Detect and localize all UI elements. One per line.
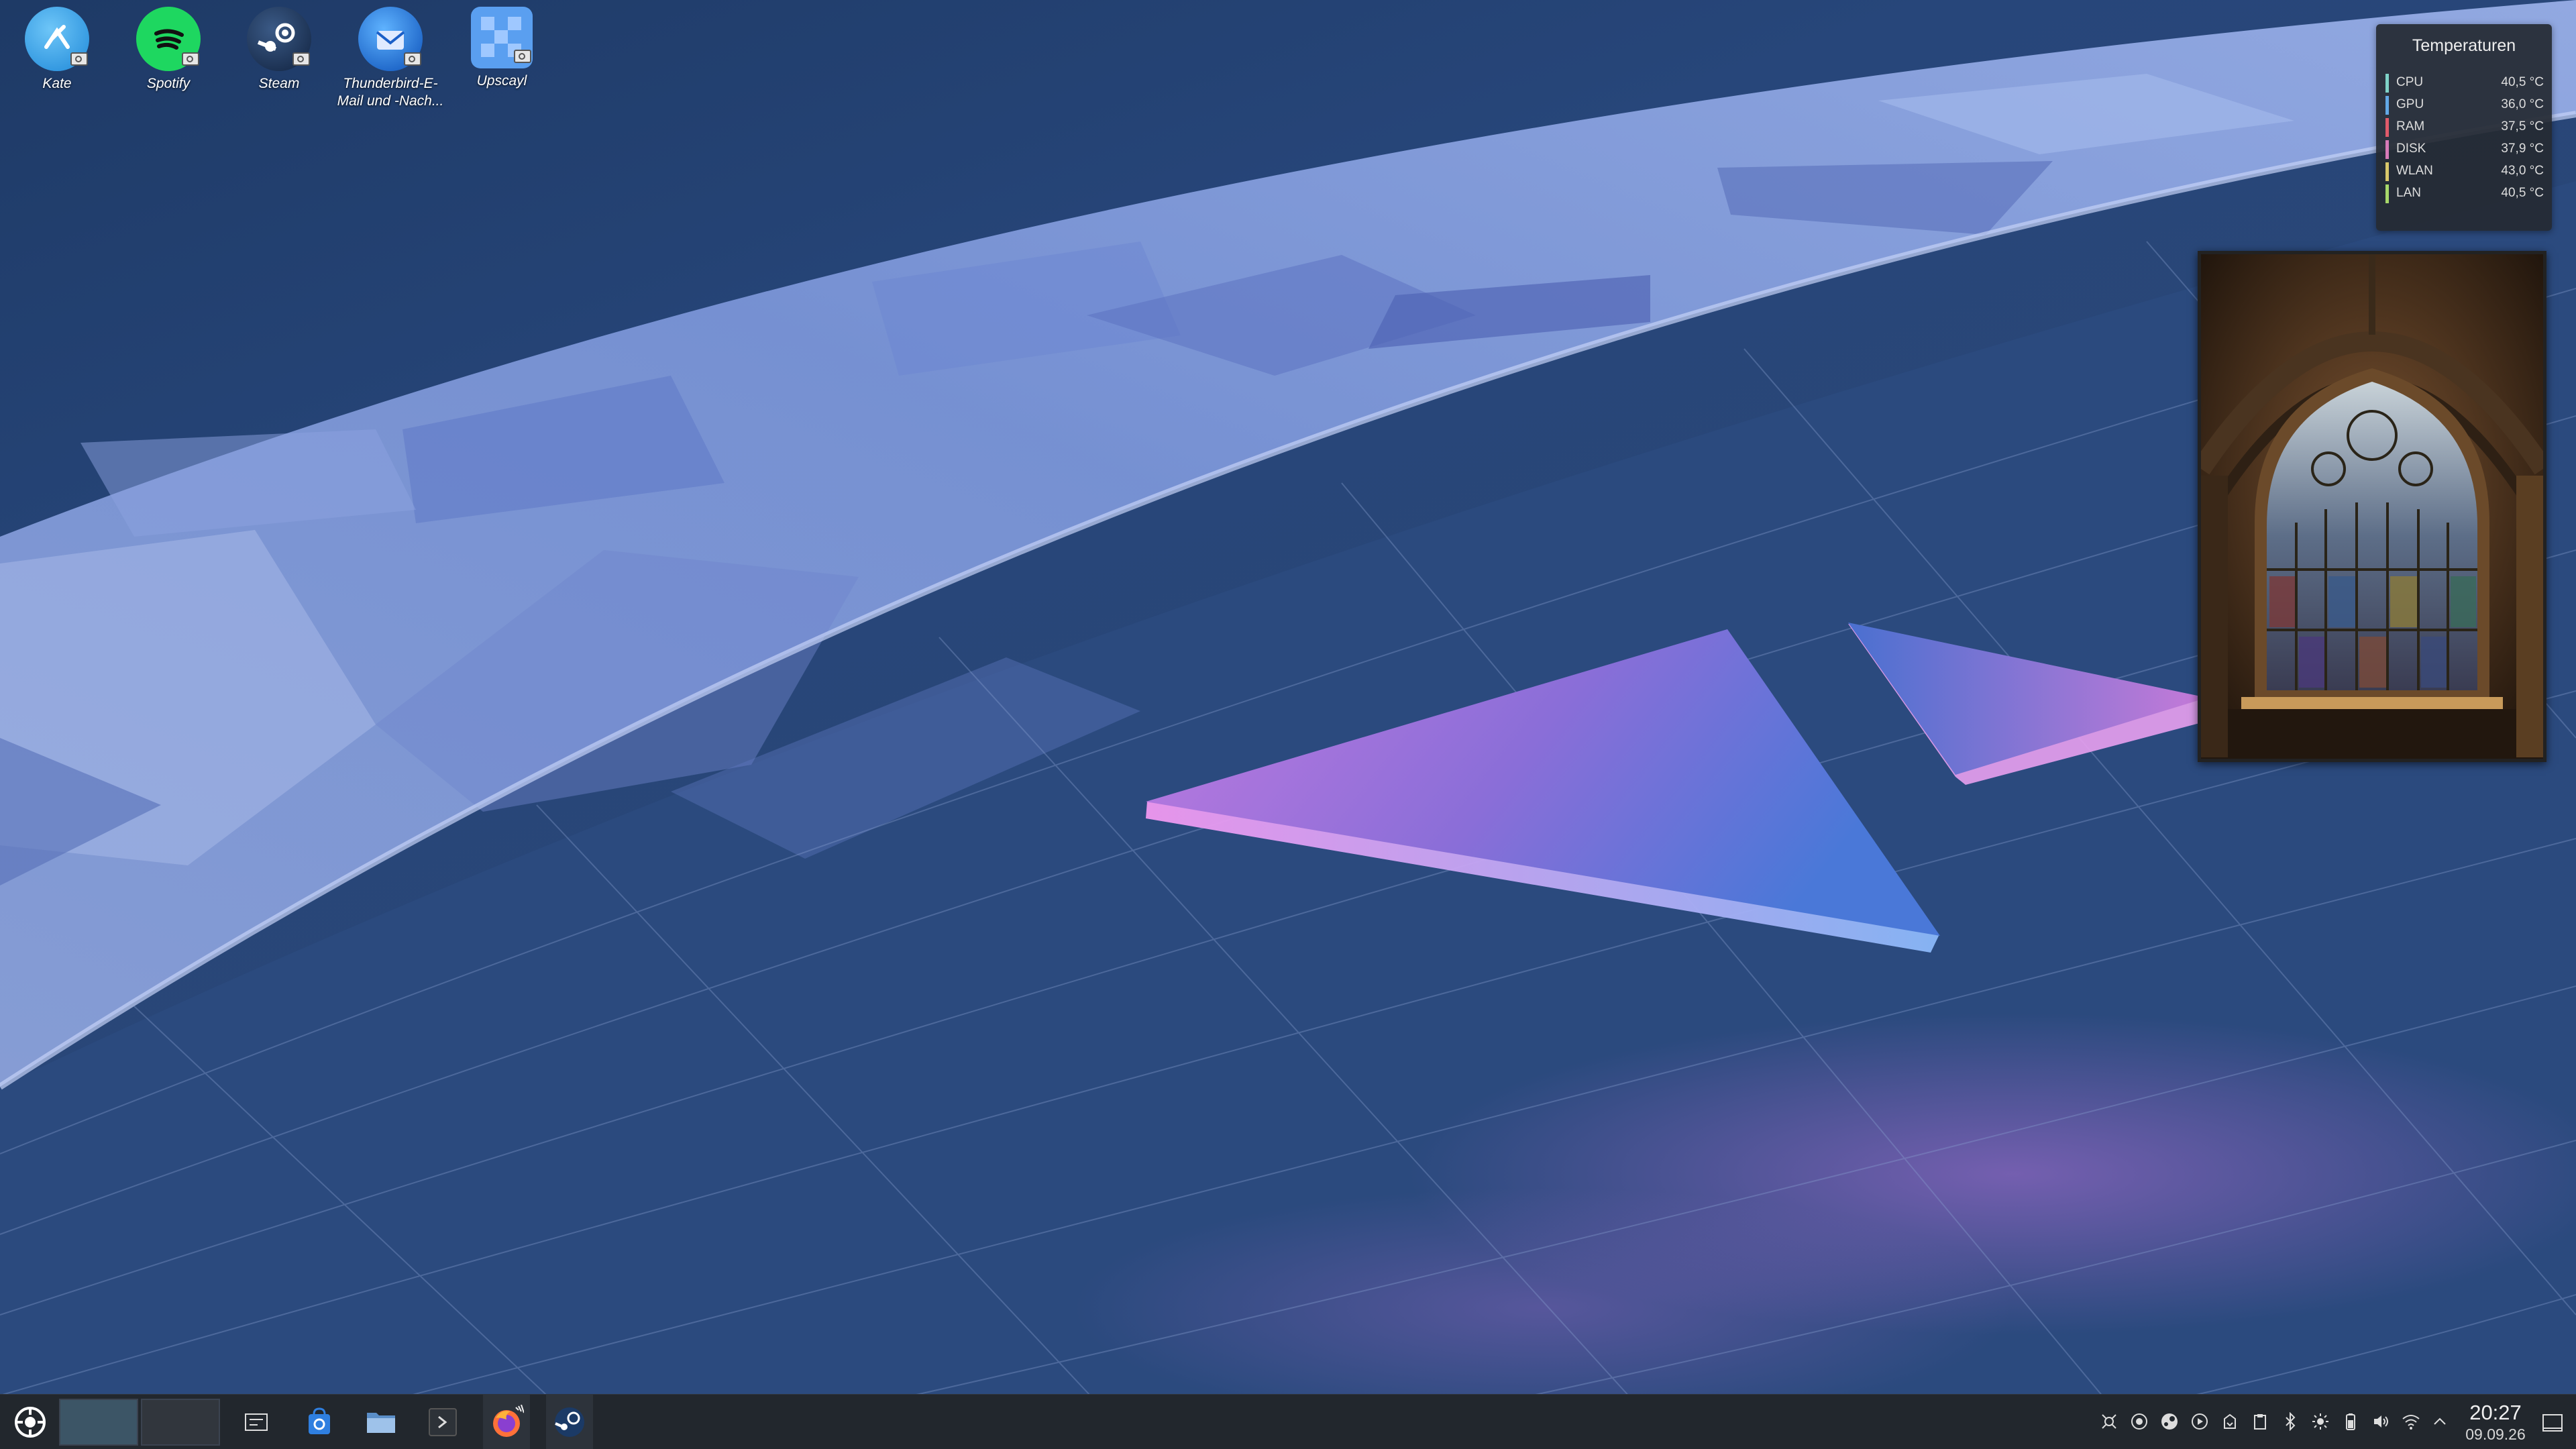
clock-date: 09.09.26 (2465, 1426, 2526, 1443)
temp-row-lan: LAN 40,5 °C (2385, 184, 2544, 203)
desktop-icon-kate[interactable]: Kate (3, 7, 111, 93)
thunderbird-icon (358, 7, 423, 71)
desktop-icon-label: Thunderbird-E-Mail und -Nach... (337, 76, 444, 109)
updates-icon[interactable] (2219, 1411, 2241, 1432)
task-overview-button[interactable] (235, 1395, 278, 1449)
sensor-color-bar (2385, 96, 2389, 115)
application-launcher-button[interactable] (7, 1395, 54, 1449)
kdeconnect-icon[interactable] (2098, 1411, 2120, 1432)
bluetooth-icon[interactable] (2279, 1411, 2301, 1432)
brightness-icon[interactable] (2310, 1411, 2331, 1432)
kde-application-launcher-icon (15, 1407, 46, 1438)
settings-icon[interactable] (2129, 1411, 2150, 1432)
sensor-name: DISK (2396, 142, 2426, 156)
desktop-icon-spotify[interactable]: Spotify (115, 7, 222, 93)
task-terminal-button[interactable] (421, 1395, 464, 1449)
sensor-name: CPU (2396, 75, 2424, 89)
expand-tray-icon[interactable] (2429, 1411, 2451, 1432)
firefox-icon (493, 1405, 524, 1437)
taskbar: 20:27 09.09.26 (0, 1394, 2576, 1449)
photo-frame-widget[interactable] (2198, 251, 2546, 762)
clipboard-icon[interactable] (2249, 1411, 2271, 1432)
temp-row-ram: RAM 37,5 °C (2385, 118, 2544, 137)
steam-icon (555, 1407, 584, 1437)
upscayl-icon (471, 7, 533, 68)
desktop-icon-steam[interactable]: Steam (225, 7, 333, 93)
show-desktop-icon (2542, 1414, 2563, 1432)
desktop-icon-thunderbird[interactable]: Thunderbird-E-Mail und -Nach... (337, 7, 444, 110)
sensor-color-bar (2385, 162, 2389, 181)
task-steam-button[interactable] (546, 1395, 593, 1449)
steam-icon (247, 7, 311, 71)
sensor-name: RAM (2396, 119, 2425, 133)
battery-icon[interactable] (2340, 1411, 2361, 1432)
sensor-value: 40,5 °C (2501, 186, 2544, 200)
desktop-icon-label: Spotify (146, 76, 191, 91)
desktop[interactable]: Kate Spotify Steam Thunderbird-E-Mail un… (0, 0, 2576, 1449)
file-manager-icon (367, 1413, 395, 1433)
pager-desktop-1[interactable] (59, 1399, 138, 1446)
temp-row-disk: DISK 37,9 °C (2385, 140, 2544, 159)
kate-icon (25, 7, 89, 71)
wifi-icon[interactable] (2400, 1411, 2422, 1432)
spotify-icon (136, 7, 201, 71)
temperature-widget[interactable]: Temperaturen CPU 40,5 °C GPU 36,0 °C RAM… (2376, 24, 2552, 231)
terminal-icon (429, 1408, 457, 1436)
sensor-value: 40,5 °C (2501, 75, 2544, 89)
task-file-manager-button[interactable] (360, 1395, 402, 1449)
sensor-value: 43,0 °C (2501, 164, 2544, 178)
overview-icon (245, 1413, 268, 1431)
desktop-icon-label: Steam (258, 76, 300, 91)
sensor-value: 36,0 °C (2501, 97, 2544, 111)
sensor-color-bar (2385, 184, 2389, 203)
sensor-color-bar (2385, 118, 2389, 137)
temp-row-cpu: CPU 40,5 °C (2385, 74, 2544, 93)
sensor-color-bar (2385, 74, 2389, 93)
clock-time: 20:27 (2469, 1401, 2522, 1424)
desktop-icon-upscayl[interactable]: Upscayl (448, 7, 555, 90)
temp-row-wlan: WLAN 43,0 °C (2385, 162, 2544, 181)
widget-title: Temperaturen (2412, 36, 2516, 55)
volume-icon[interactable] (2370, 1411, 2392, 1432)
desktop-icon-label: Kate (42, 76, 72, 91)
sensor-value: 37,9 °C (2501, 142, 2544, 156)
sensor-name: LAN (2396, 186, 2421, 200)
desktop-icon-label: Upscayl (476, 73, 527, 89)
sensor-name: WLAN (2396, 164, 2433, 178)
stained-glass-photo (2201, 254, 2543, 759)
sensor-name: GPU (2396, 97, 2424, 111)
task-discover-button[interactable] (298, 1395, 341, 1449)
wallpaper (0, 0, 2576, 1449)
task-firefox-button[interactable] (483, 1395, 530, 1449)
steam-tray-icon[interactable] (2159, 1411, 2180, 1432)
sensor-value: 37,5 °C (2501, 119, 2544, 133)
media-player-icon[interactable] (2189, 1411, 2210, 1432)
show-desktop-button[interactable] (2539, 1409, 2566, 1436)
sensor-color-bar (2385, 140, 2389, 159)
pager-desktop-2[interactable] (141, 1399, 220, 1446)
discover-store-icon (309, 1407, 330, 1434)
temp-row-gpu: GPU 36,0 °C (2385, 96, 2544, 115)
